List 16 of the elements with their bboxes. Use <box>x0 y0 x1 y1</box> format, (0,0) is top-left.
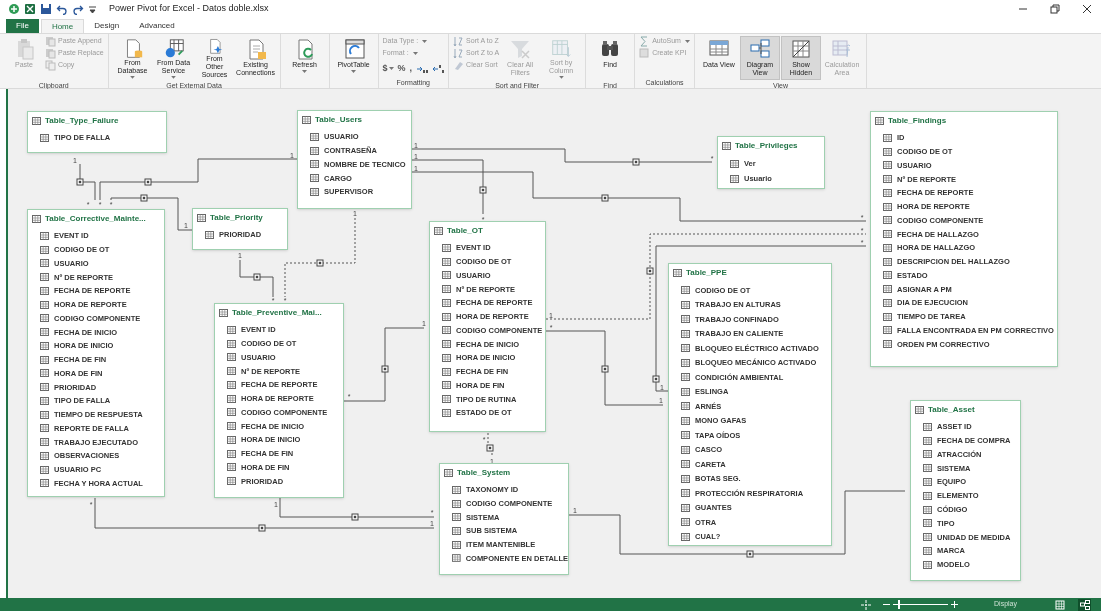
table-name: Table_Priority <box>210 212 263 224</box>
table-name: Table_Preventive_Mai... <box>232 307 322 319</box>
ribbon-tab[interactable]: Advanced <box>129 19 185 33</box>
table-name: Table_System <box>457 467 511 479</box>
table-name: Table_Findings <box>888 115 947 127</box>
ribbon-tab[interactable]: Home <box>40 19 85 33</box>
table-name: Table_PPE <box>686 267 727 279</box>
table-name: Table_Corrective_Mainte... <box>45 213 146 225</box>
table-name: Table_Users <box>315 114 362 126</box>
ribbon-tab[interactable]: File <box>6 19 39 33</box>
table-name: Table_Asset <box>928 404 975 416</box>
table-name: Table_Type_Failure <box>45 115 119 127</box>
window-title: Power Pivot for Excel - Datos doble.xlsx <box>109 2 269 16</box>
table-name: Table_Privileges <box>735 140 798 152</box>
table-name: Table_OT <box>447 225 483 237</box>
ribbon-tab[interactable]: Design <box>84 19 130 33</box>
